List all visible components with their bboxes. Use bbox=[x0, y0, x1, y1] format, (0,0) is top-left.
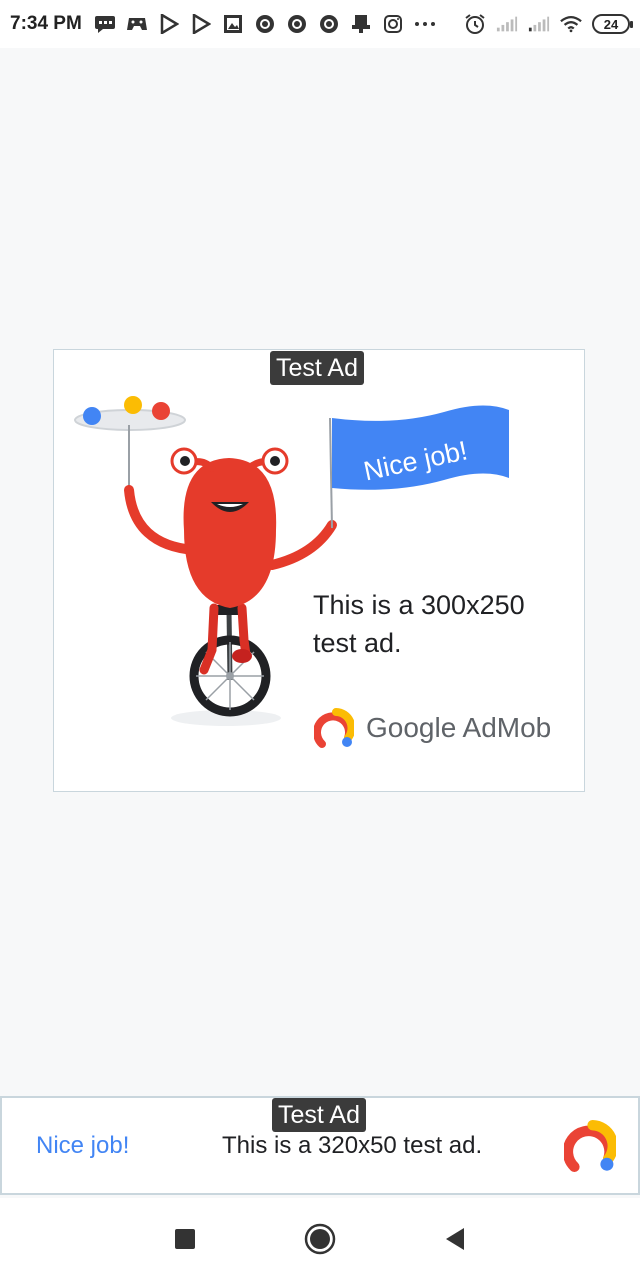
record-icon bbox=[254, 13, 276, 35]
recents-square-icon[interactable] bbox=[165, 1219, 205, 1259]
play-store-icon bbox=[158, 13, 180, 35]
home-circle-icon[interactable] bbox=[300, 1219, 340, 1259]
system-icons: 24 bbox=[464, 13, 633, 35]
banner-body-text: This is a 320x50 test ad. bbox=[222, 1132, 483, 1159]
ad-medium-rectangle[interactable]: Nice job! Test Ad This is a 300x250 test… bbox=[53, 349, 585, 792]
play-store-icon bbox=[190, 13, 212, 35]
record-icon bbox=[286, 13, 308, 35]
battery-level: 24 bbox=[603, 16, 619, 32]
red-ball bbox=[152, 402, 170, 420]
yellow-ball bbox=[124, 396, 142, 414]
blue-ball bbox=[83, 407, 101, 425]
admob-icon bbox=[564, 1120, 616, 1172]
stamp-icon bbox=[350, 13, 372, 35]
admob-icon bbox=[314, 708, 354, 748]
ad-body-text: This is a 300x250 test ad. bbox=[313, 590, 525, 658]
wifi-icon bbox=[560, 13, 582, 35]
message-icon bbox=[94, 13, 116, 35]
alarm-icon bbox=[464, 13, 486, 35]
game-controller-icon bbox=[126, 13, 148, 35]
monster-body bbox=[183, 458, 277, 608]
battery-icon: 24 bbox=[592, 14, 633, 34]
photo-icon bbox=[222, 13, 244, 35]
signal-icon bbox=[528, 13, 550, 35]
test-ad-badge: Test Ad bbox=[270, 351, 364, 385]
navigation-bar bbox=[0, 1198, 640, 1280]
record-icon bbox=[318, 13, 340, 35]
ad-banner[interactable]: Test Ad Nice job! This is a 320x50 test … bbox=[0, 1096, 640, 1195]
instagram-icon bbox=[382, 13, 404, 35]
status-time: 7:34 PM bbox=[10, 13, 82, 34]
signal-icon bbox=[496, 13, 518, 35]
admob-logo: Google AdMob bbox=[314, 708, 551, 748]
notification-icons bbox=[94, 13, 436, 35]
back-triangle-icon[interactable] bbox=[435, 1219, 475, 1259]
test-ad-badge: Test Ad bbox=[272, 1098, 366, 1132]
banner-headline: Nice job! bbox=[36, 1132, 130, 1159]
admob-brand-text: Google AdMob bbox=[366, 712, 552, 743]
status-bar: 7:34 PM 24 bbox=[0, 0, 640, 48]
more-dots-icon bbox=[414, 13, 436, 35]
